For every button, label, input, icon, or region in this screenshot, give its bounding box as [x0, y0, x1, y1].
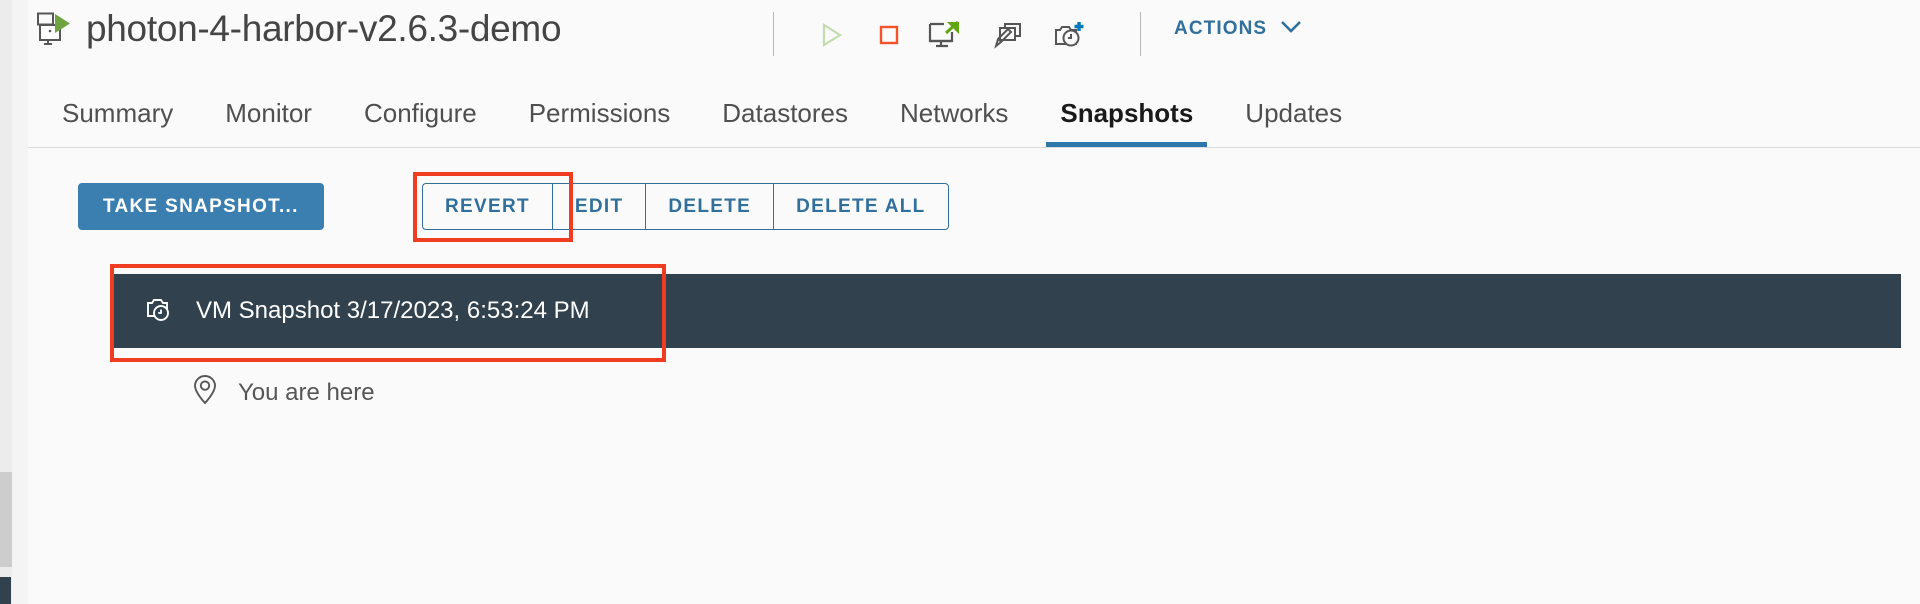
- edit-button[interactable]: EDIT: [551, 183, 646, 230]
- snapshot-button-group: REVERT EDIT DELETE DELETE ALL: [422, 183, 949, 230]
- vm-title-group: photon-4-harbor-v2.6.3-demo: [36, 8, 562, 50]
- tab-configure[interactable]: Configure: [338, 98, 503, 147]
- tab-bar: Summary Monitor Configure Permissions Da…: [28, 78, 1920, 148]
- tab-networks[interactable]: Networks: [874, 98, 1034, 147]
- actions-label: ACTIONS: [1174, 18, 1268, 39]
- tab-snapshots[interactable]: Snapshots: [1034, 98, 1219, 147]
- virtual-machine-icon: [36, 12, 72, 46]
- take-snapshot-button[interactable]: TAKE SNAPSHOT...: [78, 183, 324, 230]
- vsphere-vm-snapshots-view: photon-4-harbor-v2.6.3-demo ACTIONS Summ…: [0, 0, 1920, 604]
- power-on-icon[interactable]: [810, 14, 852, 56]
- page-title: photon-4-harbor-v2.6.3-demo: [86, 8, 562, 49]
- snapshot-name: VM Snapshot 3/17/2023, 6:53:24 PM: [196, 297, 590, 324]
- bottom-left-corner-block: [0, 577, 11, 604]
- left-scrollbar-track[interactable]: [0, 0, 12, 604]
- delete-all-button[interactable]: DELETE ALL: [773, 183, 949, 230]
- vm-header: photon-4-harbor-v2.6.3-demo ACTIONS: [28, 0, 1920, 78]
- delete-button[interactable]: DELETE: [645, 183, 774, 230]
- snapshot-tree-item[interactable]: VM Snapshot 3/17/2023, 6:53:24 PM: [114, 274, 1901, 348]
- tab-datastores[interactable]: Datastores: [696, 98, 874, 147]
- chevron-down-icon: [1280, 20, 1302, 39]
- header-separator-2: [1140, 12, 1141, 56]
- actions-menu-button[interactable]: ACTIONS: [1174, 18, 1302, 40]
- snapshot-clock-icon: [144, 294, 176, 329]
- tab-summary[interactable]: Summary: [36, 98, 199, 147]
- tab-monitor[interactable]: Monitor: [199, 98, 338, 147]
- power-off-icon[interactable]: [868, 14, 910, 56]
- tab-permissions[interactable]: Permissions: [503, 98, 697, 147]
- launch-web-console-icon[interactable]: [924, 14, 966, 56]
- snapshot-action-toolbar: TAKE SNAPSHOT... REVERT EDIT DELETE DELE…: [28, 172, 1920, 242]
- you-are-here-marker: You are here: [192, 374, 375, 411]
- tab-updates[interactable]: Updates: [1219, 98, 1368, 147]
- header-separator-1: [773, 12, 774, 56]
- take-snapshot-icon[interactable]: [1048, 14, 1090, 56]
- panel-divider: [12, 0, 28, 604]
- revert-button[interactable]: REVERT: [422, 183, 552, 230]
- map-pin-icon: [192, 374, 218, 411]
- content-surface: photon-4-harbor-v2.6.3-demo ACTIONS Summ…: [28, 0, 1920, 604]
- edit-vm-icon[interactable]: [986, 14, 1028, 56]
- you-are-here-label: You are here: [238, 378, 375, 406]
- left-scrollbar-thumb[interactable]: [0, 472, 12, 567]
